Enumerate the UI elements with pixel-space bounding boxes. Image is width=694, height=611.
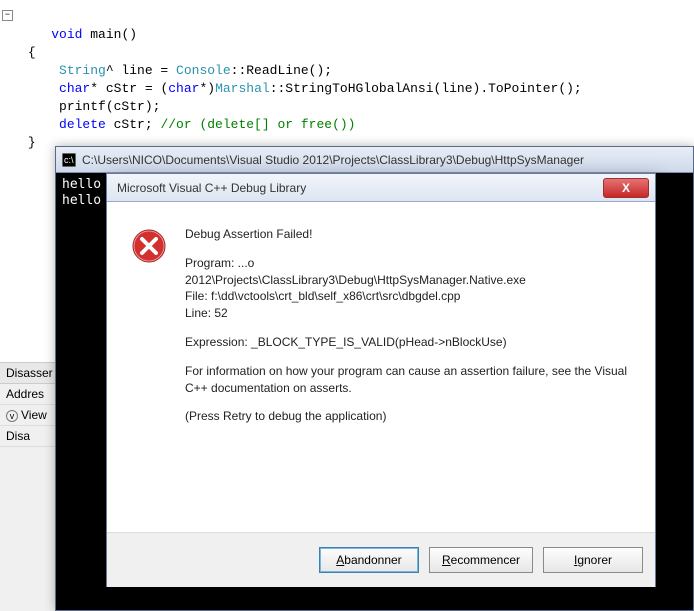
program-label: Program: ...o: [185, 255, 631, 272]
comment: //or (delete[] or free()): [160, 117, 355, 132]
code-line-6: delete cStr; //or (delete[] or free()): [0, 116, 694, 134]
dialog-heading: Debug Assertion Failed!: [185, 226, 631, 243]
code-text: ^ line =: [106, 63, 176, 78]
dialog-body: Debug Assertion Failed! Program: ...o 20…: [107, 202, 655, 532]
code-line-5: printf(cStr);: [0, 98, 694, 116]
dialog-button-bar: Abandonner Recommencer Ignorer: [107, 532, 655, 587]
code-line-4: char* cStr = (char*)Marshal::StringToHGl…: [0, 80, 694, 98]
code-line-1: − void main(): [0, 8, 694, 44]
assertion-dialog: Microsoft Visual C++ Debug Library X Deb…: [106, 173, 656, 587]
console-icon: c:\: [62, 153, 76, 167]
expression-label: Expression: _BLOCK_TYPE_IS_VALID(pHead->…: [185, 334, 631, 351]
code-text: }: [28, 135, 36, 150]
keyword: char: [168, 81, 199, 96]
close-button[interactable]: X: [603, 178, 649, 198]
svg-text:c:\: c:\: [64, 155, 74, 165]
code-text: {: [28, 45, 36, 60]
type: Marshal: [215, 81, 270, 96]
retry-text: (Press Retry to debug the application): [185, 408, 631, 425]
program-path: 2012\Projects\ClassLibrary3\Debug\HttpSy…: [185, 272, 631, 289]
code-text: *): [199, 81, 215, 96]
file-label: File: f:\dd\vctools\crt_bld\self_x86\crt…: [185, 288, 631, 305]
code-text: ::StringToHGlobalAnsi(line).ToPointer();: [270, 81, 582, 96]
abort-button[interactable]: Abandonner: [319, 547, 419, 573]
console-titlebar[interactable]: c:\ C:\Users\NICO\Documents\Visual Studi…: [56, 147, 693, 173]
fold-toggle-icon[interactable]: −: [2, 10, 13, 21]
keyword: void: [51, 27, 82, 42]
retry-button[interactable]: Recommencer: [429, 547, 533, 573]
dialog-text: Debug Assertion Failed! Program: ...o 20…: [185, 226, 631, 524]
type: Console: [176, 63, 231, 78]
code-text: ::ReadLine();: [231, 63, 332, 78]
code-text: * cStr = (: [90, 81, 168, 96]
ignore-button[interactable]: Ignorer: [543, 547, 643, 573]
info-text: For information on how your program can …: [185, 363, 631, 397]
close-icon: X: [622, 181, 630, 195]
code-text: printf(cStr);: [59, 99, 160, 114]
code-line-3: String^ line = Console::ReadLine();: [0, 62, 694, 80]
panel-item-label: View: [21, 408, 47, 422]
code-text: cStr;: [106, 117, 161, 132]
error-icon: [131, 228, 167, 264]
dialog-title: Microsoft Visual C++ Debug Library: [117, 181, 306, 195]
code-text: main(): [82, 27, 137, 42]
code-editor: −void main() { String^ line = Console::R…: [0, 0, 694, 152]
dialog-titlebar[interactable]: Microsoft Visual C++ Debug Library X: [107, 174, 655, 202]
type: String: [59, 63, 106, 78]
code-line-2: {: [0, 44, 694, 62]
chevron-down-icon: v: [6, 410, 18, 422]
console-title-text: C:\Users\NICO\Documents\Visual Studio 20…: [82, 153, 584, 167]
keyword: char: [59, 81, 90, 96]
line-label: Line: 52: [185, 305, 631, 322]
keyword: delete: [59, 117, 106, 132]
